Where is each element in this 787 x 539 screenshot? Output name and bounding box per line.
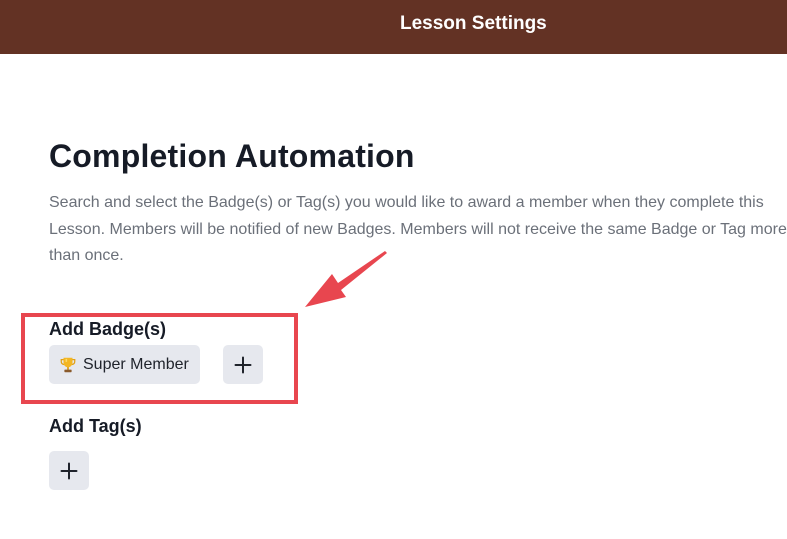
add-badge-button[interactable] [223, 345, 263, 384]
lesson-settings-page: Lesson Settings Completion Automation Se… [0, 0, 787, 539]
plus-icon [234, 356, 252, 373]
plus-icon [60, 462, 78, 479]
header-title: Lesson Settings [400, 13, 547, 34]
section-title: Completion Automation [49, 138, 415, 174]
trophy-icon [60, 357, 76, 372]
add-tags-label: Add Tag(s) [49, 416, 142, 436]
add-badges-label: Add Badge(s) [49, 319, 166, 339]
badge-chip-super-member[interactable]: Super Member [49, 345, 200, 384]
top-header-bar: Lesson Settings [0, 0, 787, 54]
section-description: Search and select the Badge(s) or Tag(s)… [49, 194, 787, 264]
badge-chip-label: Super Member [83, 355, 189, 373]
add-tag-button[interactable] [49, 451, 89, 490]
